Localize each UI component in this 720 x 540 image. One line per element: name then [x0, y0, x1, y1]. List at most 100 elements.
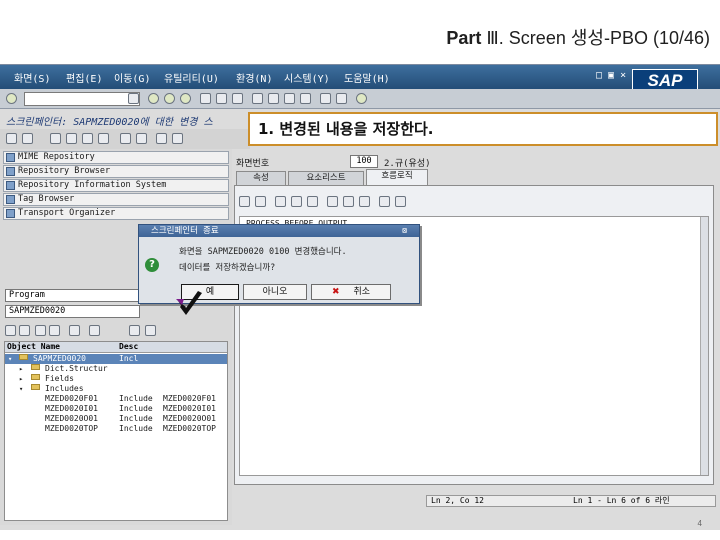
tree-display-icon[interactable] — [49, 325, 60, 336]
command-field[interactable] — [24, 92, 140, 106]
nav-label: Tag Browser — [18, 194, 75, 204]
tree-row-name: SAPMZED0020 — [33, 354, 86, 363]
slide-title-rest: Ⅲ. Screen 생성-PBO (10/46) — [486, 28, 710, 48]
editor-find-icon[interactable] — [343, 196, 354, 207]
window-controls[interactable]: □ ▣ × — [596, 70, 626, 81]
cancel-button[interactable]: ✖ 취소 — [311, 284, 391, 300]
expand-icon[interactable]: ▸ — [19, 364, 23, 374]
tree-filter-icon[interactable] — [89, 325, 100, 336]
new-session-icon[interactable] — [320, 93, 331, 104]
check-icon[interactable] — [82, 133, 93, 144]
find-next-icon[interactable] — [232, 93, 243, 104]
back-icon[interactable] — [148, 93, 159, 104]
activate-icon[interactable] — [98, 133, 109, 144]
dialog-message-line1: 화면을 SAPMZED0020 0100 변경했습니다. — [179, 247, 347, 257]
prev-page-icon[interactable] — [268, 93, 279, 104]
tab-flow-logic[interactable]: 흐름로직 — [366, 169, 428, 185]
save-icon[interactable] — [128, 93, 139, 104]
no-button[interactable]: 아니오 — [243, 284, 307, 300]
editor-pretty-print-icon[interactable] — [327, 196, 338, 207]
tree-row-include[interactable]: MZED0020O01 Include MZED0020O01 — [5, 414, 227, 424]
tree-row-desc: Include — [119, 424, 153, 433]
back-arrow-icon[interactable] — [6, 133, 17, 144]
nav-tag-browser[interactable]: Tag Browser — [3, 193, 229, 206]
shortcut-icon[interactable] — [336, 93, 347, 104]
nav-repository-info-system[interactable]: Repository Information System — [3, 179, 229, 192]
menu-utilities[interactable]: 유틸리티(U) — [164, 70, 219, 85]
other-object-icon[interactable] — [66, 133, 77, 144]
tab-attributes[interactable]: 속성 — [236, 171, 286, 185]
editor-download-icon[interactable] — [395, 196, 406, 207]
last-page-icon[interactable] — [300, 93, 311, 104]
tree-row-includes[interactable]: ▾ Includes — [5, 384, 227, 394]
tree-print-icon[interactable] — [129, 325, 140, 336]
editor-status-bar: Ln 2, Co 12 Ln 1 - Ln 6 of 6 라인 — [426, 495, 716, 507]
cancel-icon[interactable] — [180, 93, 191, 104]
object-type-select[interactable]: Program — [5, 289, 140, 302]
editor-redo-icon[interactable] — [255, 196, 266, 207]
menu-help[interactable]: 도움말(H) — [344, 70, 390, 85]
dialog-title-bar: 스크린페인터 종료 ⊠ — [139, 225, 419, 237]
expand-icon[interactable]: ▸ — [19, 374, 23, 384]
editor-upload-icon[interactable] — [379, 196, 390, 207]
menu-goto[interactable]: 이동(G) — [114, 70, 150, 85]
menu-screen[interactable]: 화면(S) — [14, 70, 50, 85]
collapse-icon[interactable]: ▾ — [8, 354, 12, 364]
tree-row-desc: Include — [119, 394, 153, 403]
exit-icon[interactable] — [164, 93, 175, 104]
tree-expand-icon[interactable] — [19, 325, 30, 336]
object-name-input[interactable]: SAPMZED0020 — [5, 305, 140, 318]
tab-element-list[interactable]: 요소리스트 — [288, 171, 364, 185]
tree-find-icon[interactable] — [69, 325, 80, 336]
display-object-list-icon[interactable] — [156, 133, 167, 144]
tree-row-program[interactable]: ▾ SAPMZED0020 Incl — [5, 354, 227, 364]
screen-number-label: 화면번호 — [236, 159, 270, 169]
tree-refresh-icon[interactable] — [35, 325, 46, 336]
tree-collapse-icon[interactable] — [5, 325, 16, 336]
tree-row-fields[interactable]: ▸ Fields — [5, 374, 227, 384]
menu-system[interactable]: 시스템(Y) — [284, 70, 330, 85]
collapse-icon[interactable]: ▾ — [19, 384, 23, 394]
layout-icon[interactable] — [136, 133, 147, 144]
tree-row-include[interactable]: MZED0020F01 Include MZED0020F01 — [5, 394, 227, 404]
editor-cut-icon[interactable] — [275, 196, 286, 207]
nav-label: Transport Organizer — [18, 208, 116, 218]
close-icon[interactable]: ⊠ — [402, 225, 407, 237]
print-icon[interactable] — [200, 93, 211, 104]
tree-row-extra: MZED0020F01 — [163, 394, 216, 403]
where-used-icon[interactable] — [120, 133, 131, 144]
help-icon[interactable] — [356, 93, 367, 104]
vertical-scrollbar[interactable] — [700, 217, 708, 475]
tree-toolbar — [5, 325, 229, 339]
tree-row-dict[interactable]: ▸ Dict.Structur — [5, 364, 227, 374]
tree-row-extra: MZED0020TOP — [163, 424, 216, 433]
enter-icon[interactable] — [6, 93, 17, 104]
nav-transport-organizer[interactable]: Transport Organizer — [3, 207, 229, 220]
tree-settings-icon[interactable] — [145, 325, 156, 336]
editor-insert-icon[interactable] — [359, 196, 370, 207]
folder-icon — [31, 364, 40, 370]
find-icon[interactable] — [216, 93, 227, 104]
menu-bar: 화면(S) 편집(E) 이동(G) 유틸리티(U) 환경(N) 시스템(Y) 도… — [0, 65, 720, 91]
question-icon: ? — [145, 258, 159, 272]
info-system-icon — [6, 181, 15, 190]
first-page-icon[interactable] — [252, 93, 263, 104]
editor-paste-icon[interactable] — [307, 196, 318, 207]
next-page-icon[interactable] — [284, 93, 295, 104]
tree-row-include[interactable]: MZED0020I01 Include MZED0020I01 — [5, 404, 227, 414]
tree-row-include[interactable]: MZED0020TOP Include MZED0020TOP — [5, 424, 227, 434]
nav-mime-repository[interactable]: MIME Repository — [3, 151, 229, 164]
editor-undo-icon[interactable] — [239, 196, 250, 207]
screen-number-field: 100 — [350, 155, 378, 168]
forward-arrow-icon[interactable] — [22, 133, 33, 144]
menu-edit[interactable]: 편집(E) — [66, 70, 102, 85]
menu-environment[interactable]: 환경(N) — [236, 70, 272, 85]
editor-copy-icon[interactable] — [291, 196, 302, 207]
display-change-icon[interactable] — [50, 133, 61, 144]
cancel-button-label: 취소 — [353, 287, 371, 297]
navigation-window-icon[interactable] — [172, 133, 183, 144]
tree-row-name: MZED0020TOP — [45, 424, 98, 433]
browser-icon — [6, 167, 15, 176]
cursor-position: Ln 2, Co 12 — [431, 496, 484, 505]
nav-repository-browser[interactable]: Repository Browser — [3, 165, 229, 178]
